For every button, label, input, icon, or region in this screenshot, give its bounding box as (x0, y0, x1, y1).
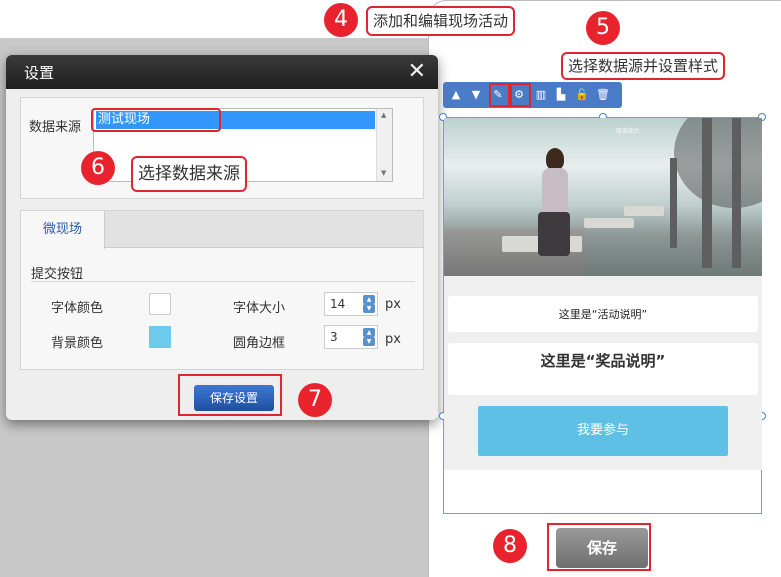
increment-icon[interactable]: ▲ (363, 295, 375, 304)
data-source-label: 数据来源 (29, 120, 82, 135)
scroll-up-icon[interactable]: ▲ (381, 111, 386, 119)
radius-unit: px (385, 332, 401, 347)
columns-icon[interactable]: ▥ (532, 86, 550, 104)
bg-color-label: 背景颜色 (51, 336, 104, 351)
increment-icon[interactable]: ▲ (363, 328, 375, 337)
font-color-label: 字体颜色 (51, 301, 104, 316)
radius-stepper[interactable]: 3 ▲ ▼ (324, 325, 378, 349)
highlight-edit-icon (489, 83, 510, 107)
highlight-save-button (547, 523, 651, 571)
callout-text-6: 选择数据来源 (131, 156, 247, 192)
decrement-icon[interactable]: ▼ (363, 304, 375, 313)
move-up-icon[interactable]: ▲ (447, 86, 465, 104)
join-button[interactable]: 我要参与 (478, 406, 728, 456)
highlight-gear-icon (510, 83, 531, 107)
font-color-swatch[interactable] (149, 293, 171, 315)
callout-number-5: 5 (586, 11, 620, 45)
unlock-icon[interactable]: 🔓 (573, 86, 591, 104)
banner-image (444, 118, 762, 276)
highlight-save-settings (178, 374, 282, 416)
dialog-titlebar: 设置 ✕ (6, 55, 438, 89)
radius-value: 3 (330, 330, 338, 344)
font-size-stepper[interactable]: 14 ▲ ▼ (324, 292, 378, 316)
callout-number-4: 4 (324, 3, 358, 37)
font-size-unit: px (385, 297, 401, 312)
move-down-icon[interactable]: ▼ (467, 86, 485, 104)
callout-number-6: 6 (81, 151, 115, 185)
scroll-down-icon[interactable]: ▼ (381, 169, 386, 177)
highlight-data-source (91, 108, 221, 132)
section-divider (31, 281, 415, 282)
section-title: 提交按钮 (31, 267, 84, 282)
decrement-icon[interactable]: ▼ (363, 337, 375, 346)
widget-toolbar: ▲ ▼ ✎ ⚙ ▥ ▙ 🔓 🗑 (443, 82, 622, 108)
activity-description: 这里是“活动说明” (558, 308, 648, 321)
callout-text-4: 添加和编辑现场活动 (366, 6, 516, 36)
image-watermark: 唯美图片 (616, 128, 641, 135)
prize-description: 这里是“奖品说明” (540, 352, 666, 370)
close-icon[interactable]: ✕ (408, 59, 426, 84)
settings-dialog: 设置 ✕ 数据来源 测试现场 ▲ ▼ 微现场 提交按钮 字体颜色 字体大小 14… (6, 55, 438, 420)
chart-icon[interactable]: ▙ (552, 86, 570, 104)
callout-text-5: 选择数据源并设置样式 (561, 52, 726, 80)
callout-number-8: 8 (493, 529, 527, 563)
tab-micro-scene[interactable]: 微现场 (21, 211, 105, 249)
bg-color-swatch[interactable] (149, 326, 171, 348)
list-scrollbar[interactable]: ▲ ▼ (376, 109, 392, 181)
radius-label: 圆角边框 (233, 336, 286, 351)
dialog-title: 设置 (24, 64, 55, 82)
style-settings-panel: 微现场 提交按钮 字体颜色 字体大小 14 ▲ ▼ px 背景颜色 圆角边框 3 … (20, 210, 424, 370)
callout-number-7: 7 (298, 383, 332, 417)
font-size-value: 14 (330, 297, 346, 311)
font-size-label: 字体大小 (233, 301, 286, 316)
trash-icon[interactable]: 🗑 (594, 86, 612, 104)
